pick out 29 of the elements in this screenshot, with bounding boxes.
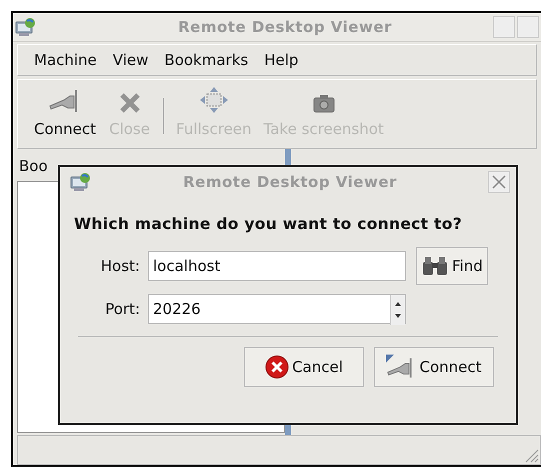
pane-header: Boo — [19, 157, 48, 175]
resize-grip-icon[interactable] — [523, 447, 539, 463]
minimize-button[interactable] — [493, 16, 515, 38]
menu-item[interactable]: Help — [256, 51, 306, 69]
port-label: Port: — [104, 300, 141, 318]
menu-item[interactable]: Bookmarks — [156, 51, 256, 69]
move-arrows-icon — [198, 86, 229, 114]
connect-button[interactable]: Connect — [374, 347, 494, 387]
monitor-icon — [70, 172, 92, 192]
camera-icon — [312, 92, 336, 114]
cancel-icon — [265, 355, 290, 379]
maximize-button[interactable] — [517, 16, 539, 38]
binoculars-icon — [421, 255, 449, 277]
menu-item[interactable]: View — [104, 51, 156, 69]
monitor-icon — [15, 17, 37, 37]
port-spin-field[interactable]: 20226 — [148, 294, 406, 324]
dialog-title: Remote Desktop Viewer — [182, 173, 398, 191]
spin-arrows-icon[interactable] — [390, 295, 405, 325]
host-field[interactable]: localhost — [148, 251, 406, 281]
close-icon — [492, 175, 506, 189]
close-button[interactable] — [488, 171, 510, 193]
host-label: Host: — [100, 257, 141, 275]
menu-item[interactable]: Machine — [26, 51, 105, 69]
cancel-button[interactable]: Cancel — [244, 347, 364, 387]
find-button[interactable]: Find — [416, 247, 488, 285]
dialog-question: Which machine do you want to connect to? — [74, 215, 464, 233]
window-title: Remote Desktop Viewer — [177, 18, 393, 36]
cross-icon — [118, 92, 141, 114]
toolbar-button[interactable]: Connect — [28, 80, 102, 148]
